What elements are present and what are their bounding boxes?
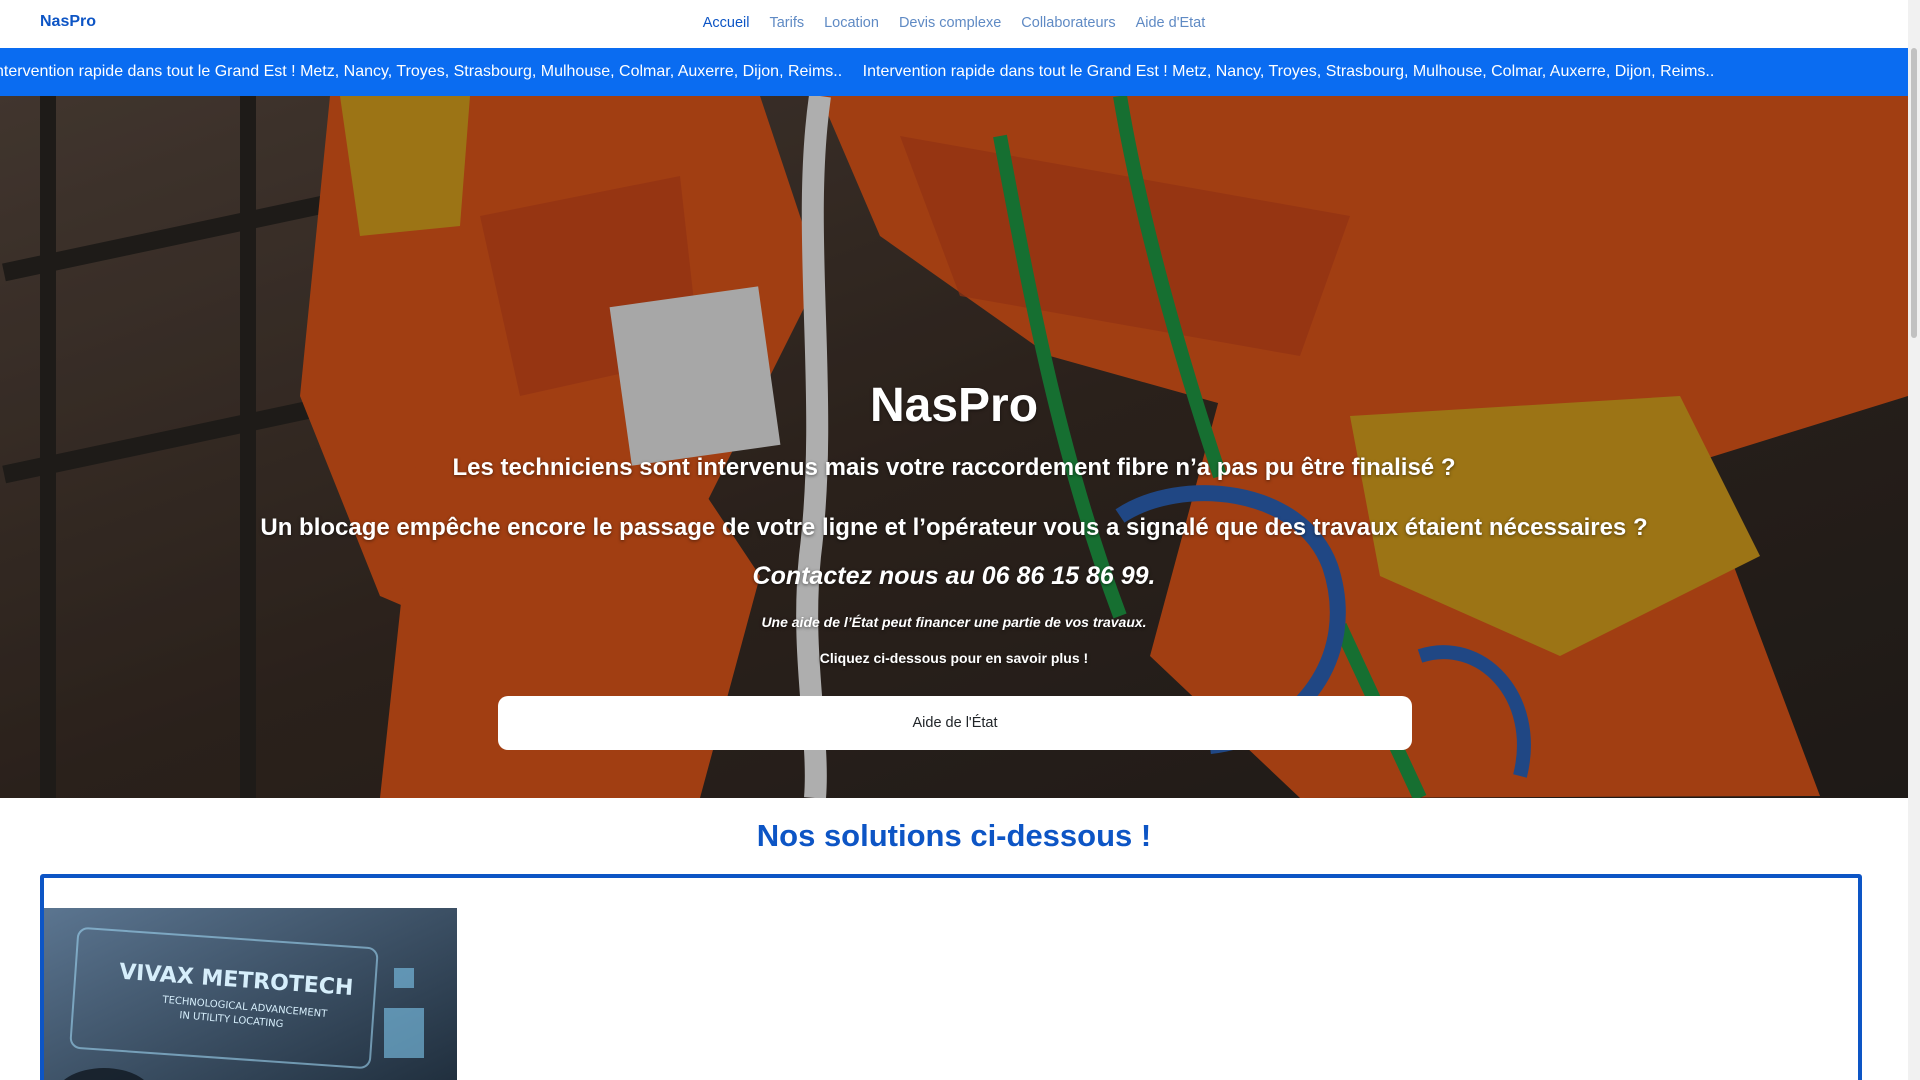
hero-section: NasPro Les techniciens sont intervenus m… — [0, 96, 1908, 798]
solutions-card: VIVAX METROTECH TECHNOLOGICAL ADVANCEMEN… — [40, 874, 1862, 1080]
nav-link-devis-complexe[interactable]: Devis complexe — [899, 15, 1001, 31]
product-image-graphic: VIVAX METROTECH TECHNOLOGICAL ADVANCEMEN… — [44, 908, 457, 1080]
nav-link-aide-etat[interactable]: Aide d'Etat — [1136, 15, 1206, 31]
ticker-track: ntervention rapide dans tout le Grand Es… — [0, 63, 1730, 81]
hero-click-note: Cliquez ci-dessous pour en savoir plus ! — [819, 650, 1089, 666]
hero-question-1: Les techniciens sont intervenus mais vot… — [452, 454, 1456, 481]
hero-aid-note: Une aide de l’État peut financer une par… — [761, 614, 1147, 630]
nav-link-location[interactable]: Location — [824, 15, 879, 31]
solutions-title: Nos solutions ci-dessous ! — [756, 818, 1152, 853]
scrollbar-thumb[interactable] — [1911, 48, 1917, 338]
navbar: NasPro Accueil Tarifs Location Devis com… — [0, 0, 1908, 48]
page: NasPro Accueil Tarifs Location Devis com… — [0, 0, 1908, 1080]
nav-link-tarifs[interactable]: Tarifs — [769, 15, 804, 31]
hero-overlay — [0, 96, 1908, 798]
hero-question-2: Un blocage empêche encore le passage de … — [260, 514, 1648, 541]
ticker-text: ntervention rapide dans tout le Grand Es… — [0, 63, 843, 80]
hero-contact-phone: Contactez nous au 06 86 15 86 99. — [752, 562, 1156, 590]
nav-link-accueil[interactable]: Accueil — [703, 15, 750, 31]
page-scrollbar[interactable] — [1908, 0, 1920, 1080]
hero-title: NasPro — [869, 379, 1039, 432]
aide-etat-button[interactable]: Aide de l'État — [498, 696, 1412, 750]
nav-link-collaborateurs[interactable]: Collaborateurs — [1021, 15, 1115, 31]
product-image-vivax[interactable]: VIVAX METROTECH TECHNOLOGICAL ADVANCEMEN… — [44, 908, 457, 1080]
nav-links: Accueil Tarifs Location Devis complexe C… — [0, 15, 1908, 31]
ticker-text: Intervention rapide dans tout le Grand E… — [862, 63, 1715, 80]
ticker-banner: ntervention rapide dans tout le Grand Es… — [0, 48, 1908, 96]
